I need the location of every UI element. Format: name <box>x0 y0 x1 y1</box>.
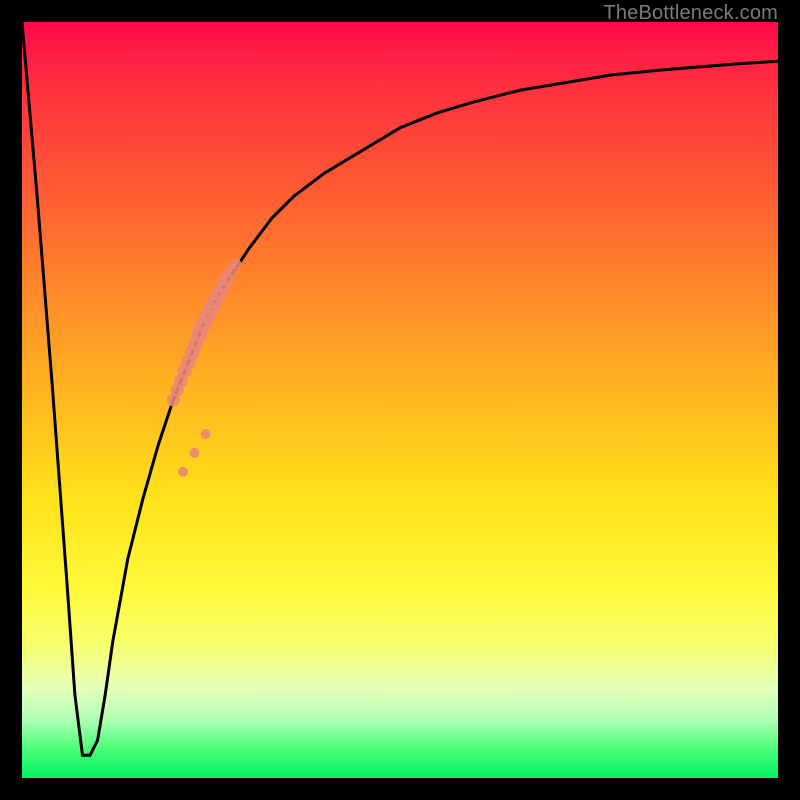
watermark-text: TheBottleneck.com <box>603 2 778 25</box>
marker-point <box>201 429 211 439</box>
marker-point <box>178 467 188 477</box>
marker-cluster <box>167 258 242 476</box>
marker-point <box>230 258 241 269</box>
chart-svg <box>22 22 778 778</box>
bottleneck-curve <box>22 22 778 755</box>
plot-area <box>22 22 778 778</box>
marker-point <box>189 448 199 458</box>
chart-frame: TheBottleneck.com <box>0 0 800 800</box>
